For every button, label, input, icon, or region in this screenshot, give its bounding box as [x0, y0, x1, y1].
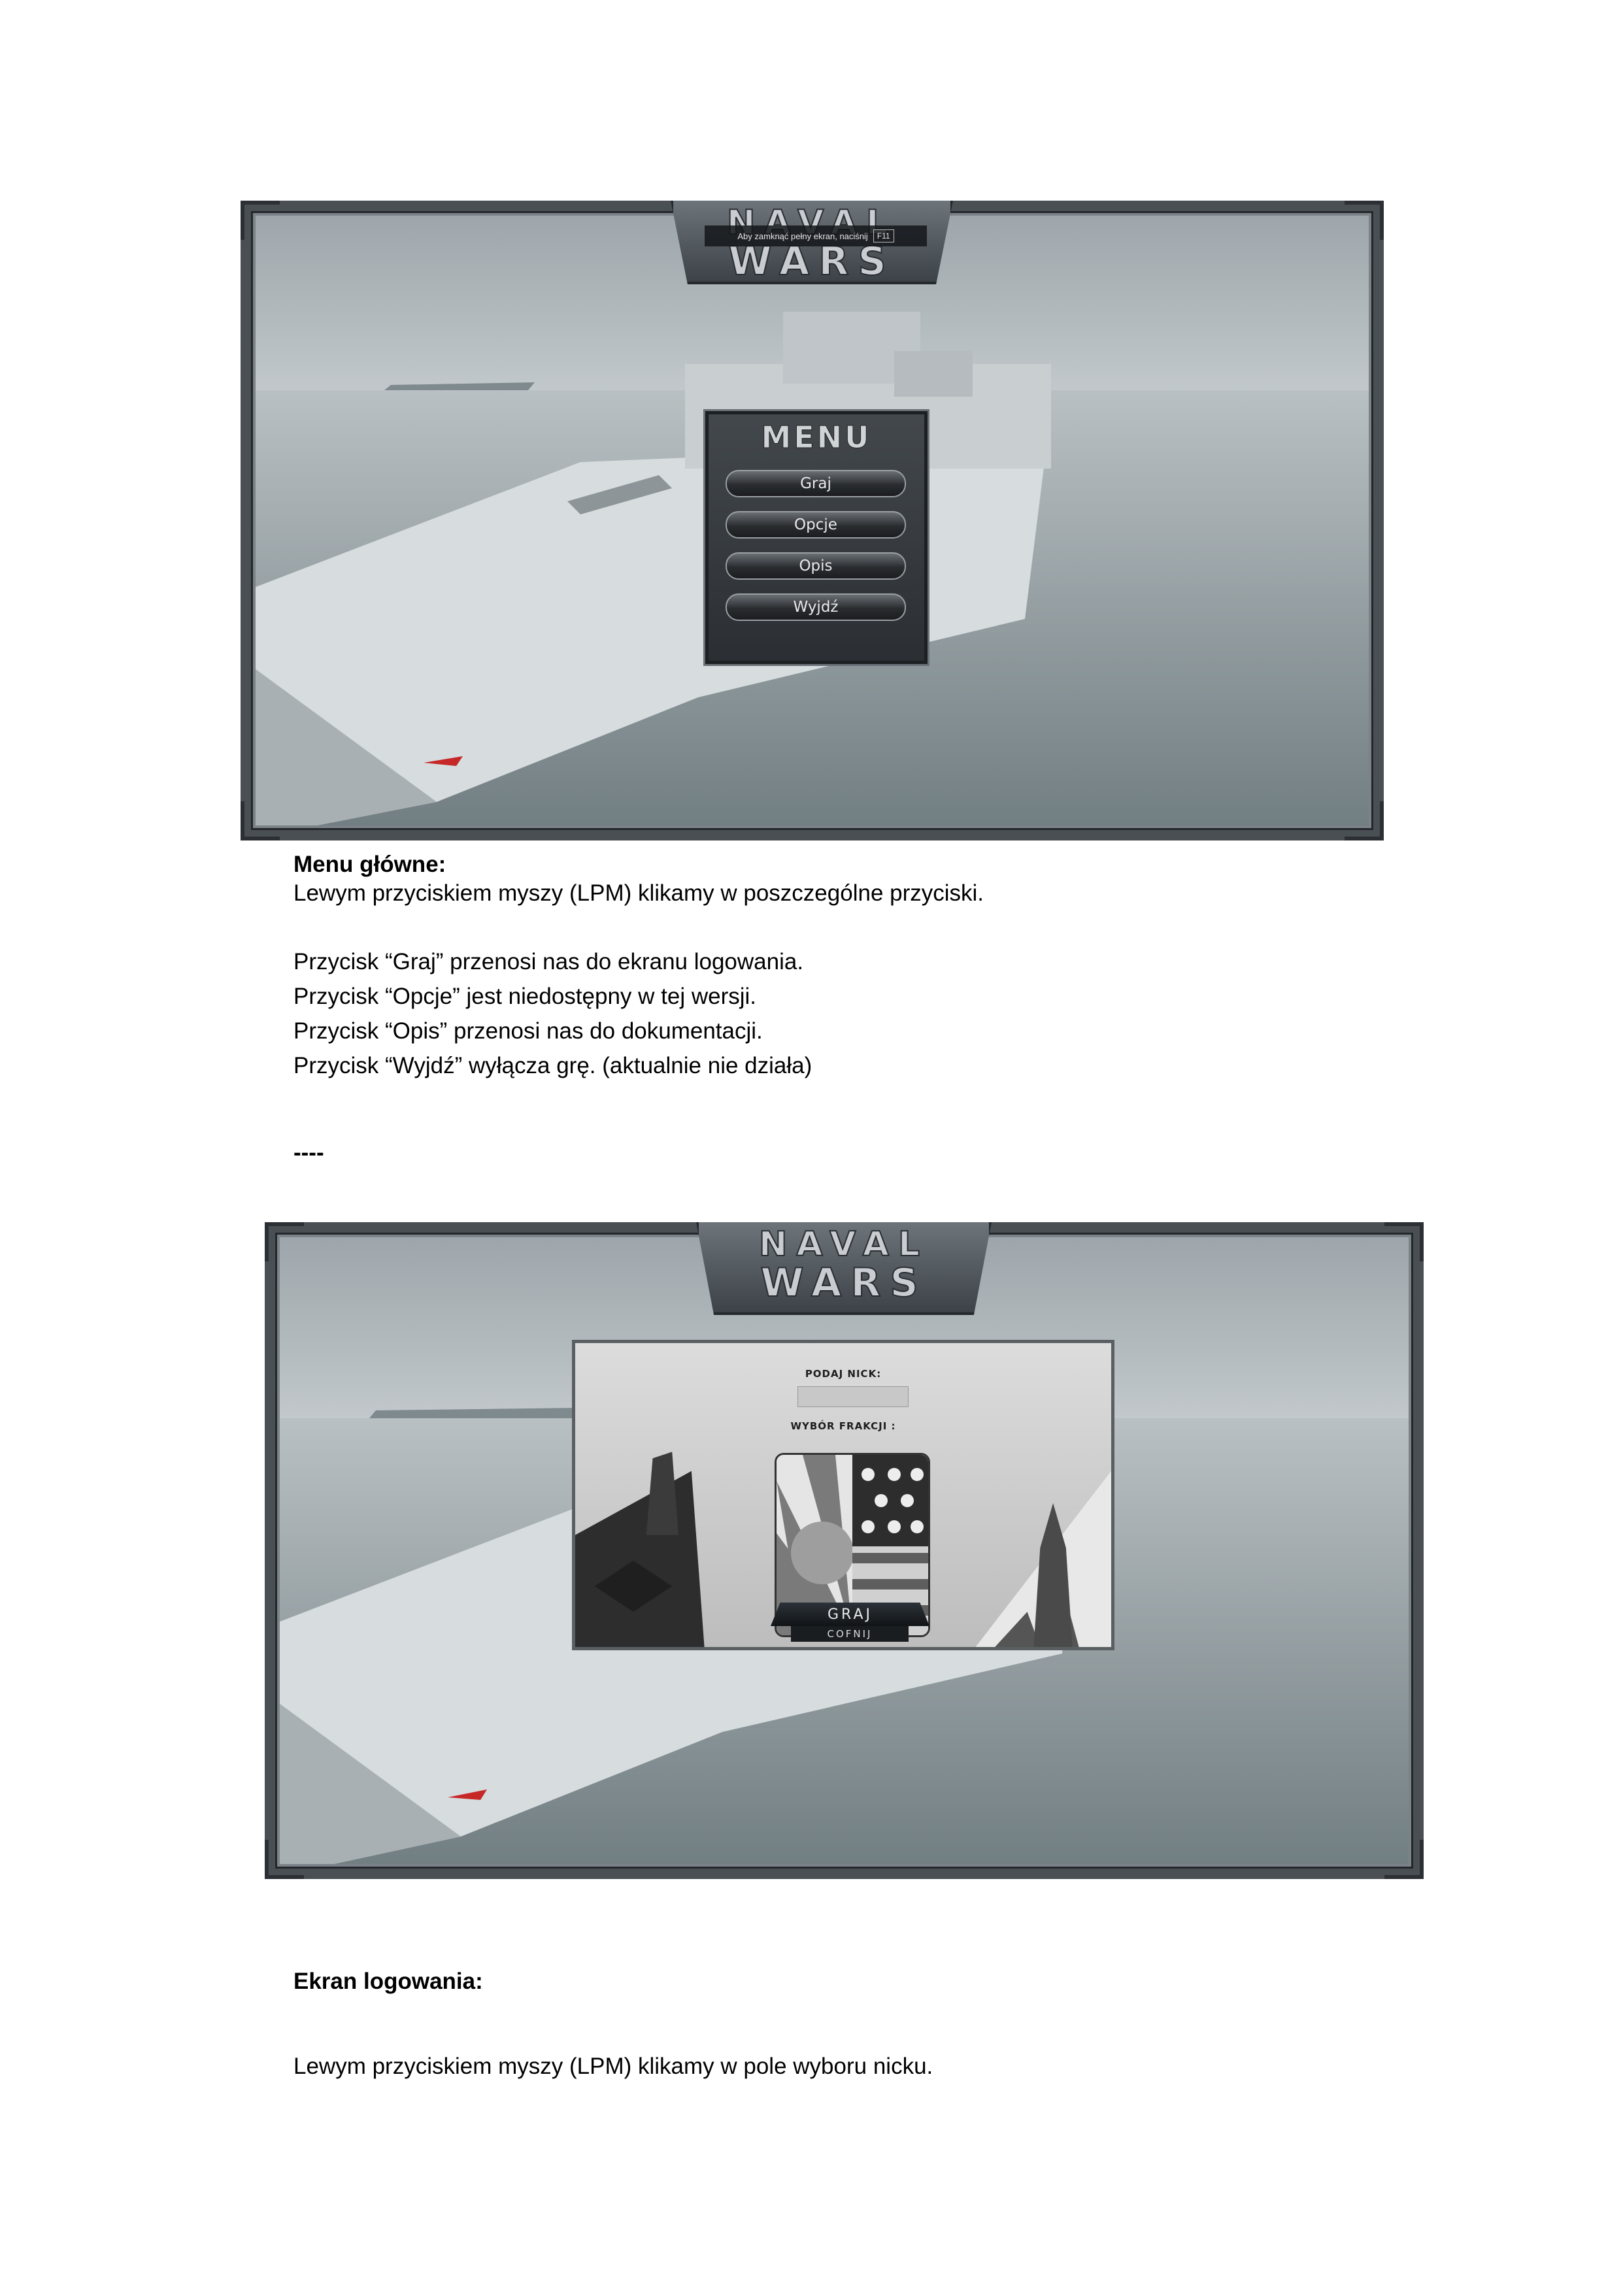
- login-screenshot: NAVAL WARS PODAJ NICK: WYBÓR FRAKCJI : G…: [265, 1222, 1424, 1879]
- description-button[interactable]: Opis: [726, 552, 906, 580]
- fullscreen-hint: Aby zamknąć pełny ekran, naciśnij F11: [705, 225, 927, 246]
- exit-button[interactable]: Wyjdź: [726, 593, 906, 621]
- game-logo: NAVAL WARS: [696, 1222, 992, 1315]
- separator: ----: [293, 1140, 324, 1165]
- logo-line-1: NAVAL: [758, 1224, 929, 1265]
- login-panel: PODAJ NICK: WYBÓR FRAKCJI : GRAJ COFNIJ: [572, 1340, 1114, 1650]
- frame-corner: [265, 1222, 304, 1261]
- fullscreen-hint-text: Aby zamknąć pełny ekran, naciśnij: [737, 231, 868, 241]
- faction-label: WYBÓR FRAKCJI :: [790, 1420, 896, 1432]
- frame-corner: [241, 201, 280, 240]
- section-intro: Lewym przyciskiem myszy (LPM) klikamy w …: [293, 2054, 933, 2079]
- description-line: Przycisk “Opis” przenosi nas do dokument…: [293, 1018, 763, 1044]
- frame-corner: [1345, 801, 1384, 840]
- description-line: Przycisk “Wyjdź” wyłącza grę. (aktualnie…: [293, 1053, 812, 1078]
- play-button[interactable]: GRAJ: [771, 1603, 929, 1626]
- description-line: Przycisk “Opcje” jest niedostępny w tej …: [293, 984, 756, 1009]
- options-button[interactable]: Opcje: [726, 511, 906, 539]
- frame-corner: [1384, 1222, 1424, 1261]
- nick-label: PODAJ NICK:: [805, 1368, 882, 1380]
- section-intro: Lewym przyciskiem myszy (LPM) klikamy w …: [293, 880, 984, 906]
- fullscreen-key: F11: [873, 229, 894, 242]
- frame-corner: [1345, 201, 1384, 240]
- back-button[interactable]: COFNIJ: [791, 1626, 909, 1642]
- frame-corner: [265, 1840, 304, 1879]
- main-menu-screenshot: NAVAL WARS Aby zamknąć pełny ekran, naci…: [241, 201, 1384, 840]
- section-heading-login: Ekran logowania:: [293, 1969, 483, 1994]
- menu-title: MENU: [761, 420, 872, 456]
- play-button[interactable]: Graj: [726, 470, 906, 497]
- logo-line-2: WARS: [760, 1259, 928, 1306]
- frame-corner: [241, 801, 280, 840]
- section-heading-main-menu: Menu główne:: [293, 852, 446, 877]
- description-line: Przycisk “Graj” przenosi nas do ekranu l…: [293, 949, 804, 974]
- main-menu-panel: MENU Graj Opcje Opis Wyjdź: [705, 411, 928, 664]
- nick-input[interactable]: [797, 1386, 909, 1407]
- frame-corner: [1384, 1840, 1424, 1879]
